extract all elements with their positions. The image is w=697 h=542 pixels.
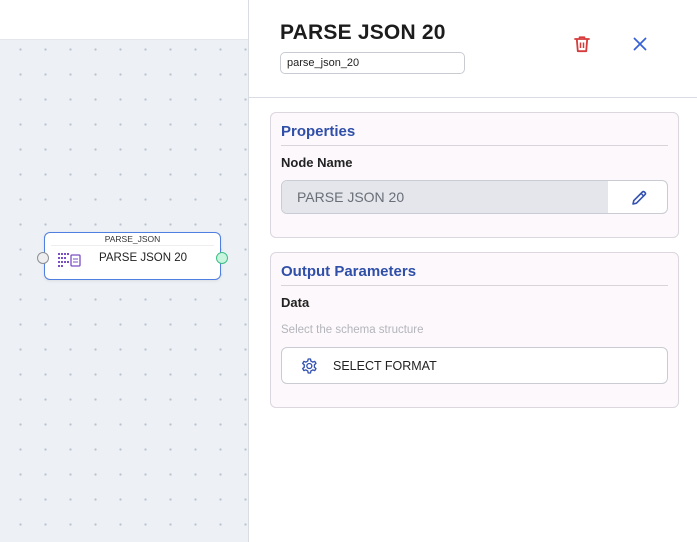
node-label: PARSE JSON 20 (99, 252, 187, 264)
node-name-field: PARSE JSON 20 (281, 180, 668, 214)
section-divider (281, 285, 668, 286)
output-parameters-section: Output Parameters Data Select the schema… (270, 252, 679, 408)
panel-title: PARSE JSON 20 (280, 21, 446, 44)
select-format-label: SELECT FORMAT (333, 359, 437, 373)
input-port[interactable] (37, 252, 49, 264)
select-format-button[interactable]: SELECT FORMAT (281, 347, 668, 384)
schema-hint: Select the schema structure (281, 324, 424, 336)
node-name-label: Node Name (281, 155, 353, 170)
close-button[interactable] (627, 31, 653, 57)
node-settings-panel: PARSE JSON 20 parse_json_20 Properties N… (248, 0, 697, 542)
node-divider (51, 245, 214, 246)
node-id-field[interactable]: parse_json_20 (280, 52, 465, 74)
output-parameters-title: Output Parameters (281, 263, 417, 280)
node-name-value: PARSE JSON 20 (282, 181, 608, 213)
output-port[interactable] (216, 252, 228, 264)
json-parse-icon (57, 251, 81, 269)
properties-title: Properties (281, 123, 356, 140)
close-icon (633, 37, 647, 51)
gear-icon (302, 358, 317, 374)
canvas-toolbar (0, 0, 248, 40)
edit-name-button[interactable] (628, 187, 650, 209)
properties-section: Properties Node Name PARSE JSON 20 (270, 112, 679, 238)
pencil-icon (632, 190, 647, 205)
flow-canvas[interactable]: PARSE_JSON PARSE JSON 20 (0, 0, 248, 542)
data-label: Data (281, 295, 310, 310)
panel-header: PARSE JSON 20 parse_json_20 (249, 0, 697, 98)
section-divider (281, 145, 668, 146)
parse-json-node[interactable]: PARSE_JSON PARSE JSON 20 (37, 232, 228, 280)
trash-icon (574, 36, 590, 53)
delete-button[interactable] (569, 31, 595, 57)
node-type-label: PARSE_JSON (104, 234, 161, 244)
